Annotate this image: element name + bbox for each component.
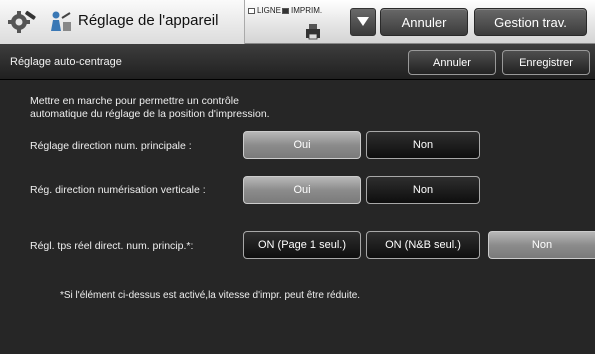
title-area: Réglage de l'appareil [0,0,245,44]
main-scan-non-button[interactable]: Non [366,131,480,159]
cancel-button[interactable]: Annuler [408,50,496,75]
ligne-indicator-icon [248,7,255,14]
realtime-non-button[interactable]: Non [488,231,595,259]
top-bar: Réglage de l'appareil LIGNE IMPRIM. Annu… [0,0,595,44]
section-title: Réglage auto-centrage [10,56,122,68]
sub-title-bar: Réglage auto-centrage Annuler Enregistre… [0,44,595,80]
person-pointer-icon [48,10,72,32]
realtime-on-bw-button[interactable]: ON (N&B seul.) [366,231,480,259]
save-button[interactable]: Enregistrer [502,50,590,75]
imprim-indicator-icon [282,7,289,14]
row-label-realtime-adjust: Régl. tps réel direct. num. princip.*: [30,240,194,252]
triangle-down-icon [357,17,369,26]
gear-wrench-icon[interactable] [8,9,38,35]
main-scan-oui-button[interactable]: Oui [243,131,361,159]
job-status-button[interactable]: Gestion trav. [474,8,587,36]
row-label-vertical-scan-direction: Rég. direction numérisation verticale : [30,184,206,196]
vertical-scan-oui-button[interactable]: Oui [243,176,361,204]
status-ligne: LIGNE [248,6,281,15]
settings-panel: Mettre en marche pour permettre un contr… [0,80,595,354]
description: Mettre en marche pour permettre un contr… [30,95,270,120]
realtime-on-page1-button[interactable]: ON (Page 1 seul.) [243,231,361,259]
vertical-scan-non-button[interactable]: Non [366,176,480,204]
row-label-main-scan-direction: Réglage direction num. principale : [30,140,192,152]
page-title: Réglage de l'appareil [78,12,219,29]
status-imprim: IMPRIM. [282,6,322,15]
header-cancel-button[interactable]: Annuler [380,8,468,36]
footnote: *Si l'élément ci-dessus est activé,la vi… [60,290,361,301]
printer-icon [304,22,322,40]
dropdown-button[interactable] [350,8,376,36]
